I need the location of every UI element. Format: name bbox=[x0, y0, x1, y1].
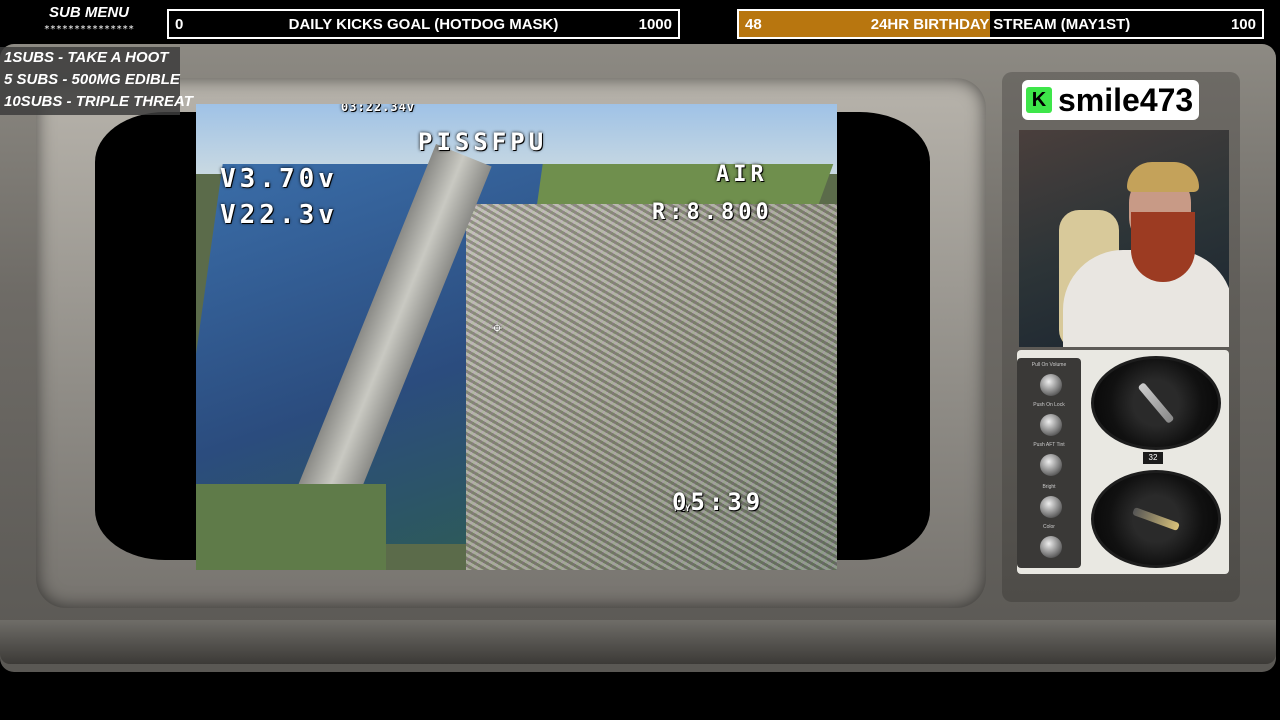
tv-control-panel: Pull On Volume Push On Lock Push AFT Tin… bbox=[1017, 350, 1229, 574]
webcam-feed bbox=[1019, 130, 1229, 347]
tv-bright-knob-icon bbox=[1040, 496, 1062, 518]
tv-channel-dial-icon bbox=[1091, 356, 1221, 450]
osd-craft-name: PISSFPU bbox=[418, 128, 548, 156]
sub-menu-item: 5 SUBS - 500MG EDIBLE bbox=[4, 71, 180, 88]
tv-button-label: Push On Lock bbox=[1033, 402, 1065, 408]
sub-menu-stars: *************** bbox=[43, 24, 135, 35]
tv-volume-knob-icon bbox=[1040, 374, 1062, 396]
dial-pointer bbox=[1132, 507, 1180, 531]
tv-base bbox=[0, 620, 1276, 664]
tv-lock-knob-icon bbox=[1040, 414, 1062, 436]
feed-field bbox=[196, 484, 386, 570]
tv-button-label: Bright bbox=[1042, 484, 1056, 490]
webcam-person-cap bbox=[1127, 162, 1199, 192]
tv-tint-knob-icon bbox=[1040, 454, 1062, 476]
streamer-badge: K smile473 bbox=[1022, 80, 1200, 120]
sub-menu-title: SUB MENU bbox=[48, 4, 129, 21]
feed-rapids bbox=[466, 204, 837, 570]
goal-bar-birthday-stream: 48 24HR BIRTHDAY STREAM (MAY1ST) 100 bbox=[737, 9, 1264, 39]
sub-menu-item: 1SUBS - TAKE A HOOT bbox=[4, 49, 169, 66]
tv-knob-column: Pull On Volume Push On Lock Push AFT Tin… bbox=[1017, 358, 1081, 568]
goal-bar-daily-kicks: 0 DAILY KICKS GOAL (HOTDOG MASK) 1000 bbox=[167, 9, 680, 39]
goal-max: 1000 bbox=[638, 16, 672, 33]
crosshair-icon: ⌖ bbox=[492, 318, 503, 339]
streamer-name: smile473 bbox=[1058, 82, 1194, 118]
osd-cell-voltage: V3.70v bbox=[220, 164, 338, 194]
osd-total-voltage: V22.3v bbox=[220, 200, 338, 230]
feed-lawn bbox=[518, 164, 834, 204]
tv-button-label: Color bbox=[1043, 524, 1055, 530]
dial-pointer bbox=[1137, 382, 1175, 424]
tv-dial-label: 32 bbox=[1143, 452, 1163, 464]
osd-rssi: R:8.800 bbox=[652, 200, 773, 225]
tv-color-knob-icon bbox=[1040, 536, 1062, 558]
sub-menu-item: 10SUBS - TRIPLE THREAT bbox=[4, 93, 193, 110]
tv-button-label: Pull On Volume bbox=[1031, 362, 1067, 368]
kick-logo-icon: K bbox=[1026, 87, 1052, 113]
fpv-video-feed: 03:22.34v PISSFPU V3.70v V22.3v AIR R:8.… bbox=[196, 104, 837, 570]
goal-label: 24HR BIRTHDAY STREAM (MAY1ST) bbox=[870, 16, 1131, 33]
osd-flight-timer: 05:39 bbox=[672, 488, 765, 516]
webcam-person-beard bbox=[1131, 212, 1195, 282]
tv-tuning-dial-icon bbox=[1091, 470, 1221, 568]
goal-max: 100 bbox=[1230, 16, 1256, 33]
goal-label: DAILY KICKS GOAL (HOTDOG MASK) bbox=[288, 16, 559, 33]
sub-menu-list: 1SUBS - TAKE A HOOT 5 SUBS - 500MG EDIBL… bbox=[0, 47, 193, 115]
osd-top-readout: 03:22.34v bbox=[341, 104, 416, 114]
osd-flight-mode: AIR bbox=[716, 162, 768, 187]
tv-button-label: Push AFT Tint bbox=[1033, 442, 1065, 448]
